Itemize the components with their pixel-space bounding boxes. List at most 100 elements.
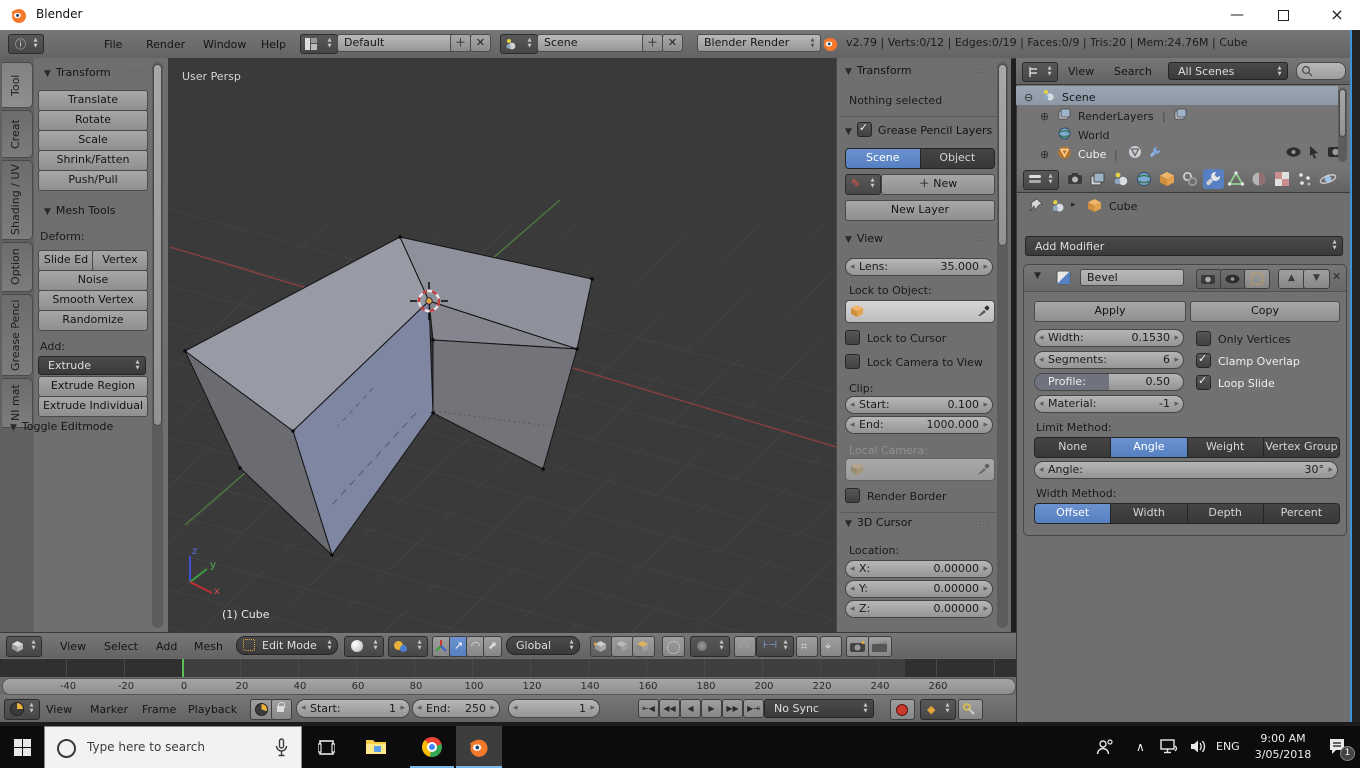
lock-object-field[interactable] <box>845 300 995 323</box>
lens-field[interactable]: ◂ Lens: 35.000 ▸ <box>845 258 993 276</box>
snap-target-button[interactable]: ⌗ <box>796 636 818 657</box>
lock-camera-checkbox[interactable] <box>845 354 860 369</box>
panel-header-mesh-tools[interactable]: ▼ Mesh Tools <box>44 204 115 217</box>
modifier-viewport-toggle[interactable] <box>1220 269 1246 289</box>
lock-to-cursor-row[interactable]: Lock to Cursor <box>845 330 946 345</box>
select-mode-face-button[interactable] <box>632 636 655 657</box>
mode-dropdown[interactable]: Edit Mode ▲ ▼ <box>236 636 338 655</box>
show-seconds-button[interactable] <box>250 699 273 720</box>
outliner-scrollbar[interactable] <box>1338 88 1347 162</box>
push-pull-button[interactable]: Push/Pull <box>38 170 148 191</box>
outliner-search-field[interactable] <box>1296 62 1346 80</box>
properties-tab-constraints[interactable] <box>1180 169 1201 189</box>
menu-render[interactable]: Render <box>146 36 185 54</box>
scene-breadcrumb-icon[interactable] <box>1051 199 1065 213</box>
toolshelf-tab-options[interactable]: Option <box>2 242 33 292</box>
blender-taskbar-button[interactable] <box>456 726 502 768</box>
gpencil-scene-tab[interactable]: Scene <box>846 149 921 168</box>
proportional-edit-dropdown[interactable]: ▲ ▼ <box>690 636 730 657</box>
network-tray-icon[interactable] <box>1160 739 1179 754</box>
properties-tab-world[interactable] <box>1134 169 1155 189</box>
randomize-button[interactable]: Randomize <box>38 310 148 331</box>
lock-camera-row[interactable]: Lock Camera to View <box>845 354 983 369</box>
scale-button[interactable]: Scale <box>38 130 148 151</box>
menu-file[interactable]: File <box>104 36 122 54</box>
eyedropper-icon[interactable] <box>977 304 990 317</box>
selectability-cursor-icon[interactable] <box>1308 145 1320 159</box>
editor-type-selector-timeline[interactable]: ▲ ▼ <box>4 699 40 720</box>
properties-tab-physics[interactable] <box>1318 169 1339 189</box>
select-mode-edge-button[interactable] <box>611 636 634 657</box>
panel-grip[interactable]: :::: <box>975 518 990 527</box>
insert-keyframe-button[interactable] <box>958 699 983 720</box>
close-button[interactable]: × <box>1314 0 1360 30</box>
transport-button[interactable]: ▶▶ <box>722 699 743 718</box>
modifier-move-down-button[interactable]: ▼ <box>1303 269 1330 289</box>
clamp-overlap-row[interactable]: Clamp Overlap <box>1196 352 1300 368</box>
properties-tab-object[interactable] <box>1157 169 1178 189</box>
smooth-vertex-button[interactable]: Smooth Vertex <box>38 290 148 311</box>
bevel-width-field[interactable]: ◂ Width: 0.1530 ▸ <box>1034 329 1184 347</box>
render-engine-dropdown[interactable]: Blender Render ▲ ▼ <box>697 34 821 52</box>
visibility-eye-icon[interactable] <box>1286 146 1301 158</box>
transport-button[interactable]: ◀ <box>680 699 701 718</box>
menu-add[interactable]: Add <box>156 638 177 656</box>
pivot-center-dropdown[interactable]: ▲ ▼ <box>388 636 428 657</box>
expand-icon[interactable]: ⊕ <box>1040 145 1049 164</box>
opengl-render-image-button[interactable] <box>846 636 870 657</box>
properties-tab-render-layers[interactable] <box>1088 169 1109 189</box>
limit-none-option[interactable]: None <box>1035 438 1112 457</box>
outliner-scope-dropdown[interactable]: All Scenes ▲ ▼ <box>1168 62 1288 80</box>
toolshelf-tab-tools[interactable]: Tool <box>2 62 33 108</box>
clamp-overlap-checkbox[interactable] <box>1196 352 1211 368</box>
lock-to-cursor-checkbox[interactable] <box>845 330 860 345</box>
pin-icon[interactable] <box>1029 198 1043 214</box>
properties-tab-render[interactable] <box>1065 169 1086 189</box>
delete-layout-button[interactable]: ✕ <box>470 34 491 52</box>
scrollbar-thumb[interactable] <box>153 64 162 426</box>
outliner-row-renderlayers[interactable]: ⊕ RenderLayers | <box>1016 105 1338 124</box>
clip-start-field[interactable]: ◂ Start: 0.100 ▸ <box>845 396 993 414</box>
menu-view-3d[interactable]: View <box>60 638 86 656</box>
outliner-row-world[interactable]: World <box>1016 124 1338 143</box>
transport-button[interactable]: ▶⇥ <box>743 699 764 718</box>
people-tray-icon[interactable] <box>1096 739 1114 755</box>
extrude-region-button[interactable]: Extrude Region <box>38 376 148 397</box>
toolshelf-tab-shading-uv[interactable]: Shading / UV <box>2 160 33 240</box>
cursor-y-field[interactable]: ◂ Y: 0.00000 ▸ <box>845 580 993 598</box>
extrude-individual-button[interactable]: Extrude Individual <box>38 396 148 417</box>
gpencil-draw-mode-dropdown[interactable]: ✎ ▲ ▼ <box>845 174 881 195</box>
frame-start-field[interactable]: ◂ Start: 1 ▸ <box>296 699 410 718</box>
scrollbar-thumb[interactable] <box>1339 89 1346 137</box>
screen-layout-field[interactable]: Default <box>337 34 463 52</box>
limit-weight-option[interactable]: Weight <box>1187 438 1264 457</box>
only-vertices-checkbox[interactable] <box>1196 331 1211 346</box>
menu-view-timeline[interactable]: View <box>46 701 72 719</box>
clip-end-field[interactable]: ◂ End: 1000.000 ▸ <box>845 416 993 434</box>
snap-toggle-button[interactable] <box>734 636 756 657</box>
cube-breadcrumb-icon[interactable] <box>1087 198 1102 213</box>
transport-button[interactable]: ▶ <box>701 699 722 718</box>
properties-tab-material[interactable] <box>1249 169 1270 189</box>
start-button-icon[interactable] <box>14 739 31 756</box>
properties-tab-data[interactable] <box>1226 169 1247 189</box>
transport-button[interactable]: ◀◀ <box>659 699 680 718</box>
timeline-ruler[interactable]: -40 -20 0 20 40 60 80 100 120 140 160 180 200 220 240 2… <box>2 678 1016 695</box>
cursor-x-field[interactable]: ◂ X: 0.00000 ▸ <box>845 560 993 578</box>
screen-layout-icon-button[interactable]: ▲ ▼ <box>300 34 338 54</box>
modifier-editmode-toggle[interactable] <box>1244 269 1270 289</box>
menu-marker[interactable]: Marker <box>90 701 128 719</box>
gpencil-new-button[interactable]: ＋ New <box>881 174 995 195</box>
toolshelf-scrollbar[interactable] <box>152 62 163 628</box>
properties-tab-scene[interactable] <box>1111 169 1132 189</box>
render-border-row[interactable]: Render Border <box>845 488 947 503</box>
panel-grip[interactable]: :::: <box>136 422 151 431</box>
viewport-shading-dropdown[interactable]: ▲ ▼ <box>344 636 384 657</box>
properties-tab-texture[interactable] <box>1272 169 1293 189</box>
properties-tab-modifiers[interactable] <box>1203 169 1224 189</box>
tray-chevron-icon[interactable]: ∧ <box>1136 740 1145 754</box>
panel-grip[interactable]: :::: <box>975 66 990 75</box>
timeline-track[interactable] <box>0 659 1016 677</box>
panel-header-transform[interactable]: ▼ Transform <box>44 66 111 79</box>
editor-type-selector-properties[interactable]: ▲ ▼ <box>1023 170 1059 190</box>
